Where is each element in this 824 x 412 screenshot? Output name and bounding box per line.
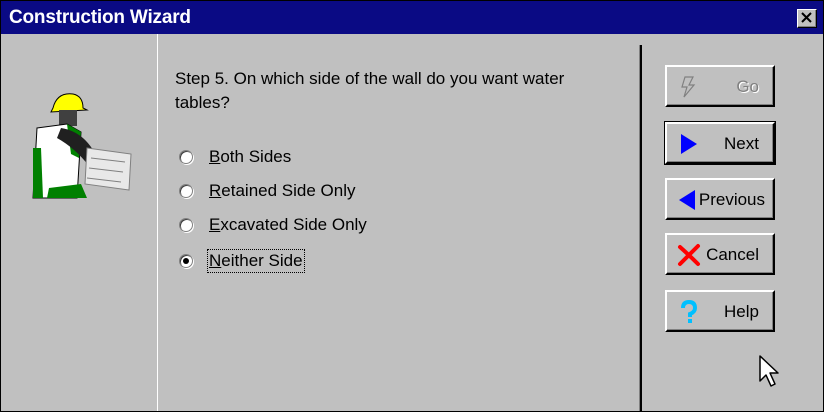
option-label: Excavated Side Only [209, 215, 367, 234]
arrow-right-icon [681, 134, 697, 154]
close-icon [801, 12, 812, 23]
option-label: Both Sides [209, 147, 292, 166]
radio-button[interactable] [179, 150, 193, 164]
lightning-icon [681, 76, 696, 98]
radio-dot [183, 258, 189, 264]
panel-divider-left [157, 34, 158, 411]
wizard-window: Construction Wizard Step 5. On which sid… [0, 0, 824, 412]
radio-button[interactable] [179, 218, 193, 232]
help-button[interactable]: Help [665, 290, 775, 332]
title-bar[interactable]: Construction Wizard [1, 1, 823, 34]
close-button[interactable] [797, 9, 817, 28]
next-button[interactable]: Next [664, 121, 776, 165]
red-x-icon [678, 244, 700, 266]
radio-button-selected[interactable] [179, 254, 193, 268]
question-mark-icon [681, 300, 698, 323]
option-label: Retained Side Only [209, 181, 356, 200]
option-label: Neither Side [207, 249, 305, 273]
previous-button[interactable]: Previous [665, 178, 775, 220]
panel-divider-right-shadow [640, 45, 642, 411]
mouse-pointer-icon [759, 355, 779, 387]
cancel-button[interactable]: Cancel [665, 233, 775, 275]
construction-worker-icon [32, 93, 132, 199]
arrow-left-icon [679, 190, 695, 210]
go-button[interactable]: Go [665, 65, 775, 107]
radio-button[interactable] [179, 184, 193, 198]
window-title: Construction Wizard [9, 7, 191, 28]
step-question: Step 5. On which side of the wall do you… [175, 69, 565, 112]
wizard-illustration-panel [1, 34, 157, 411]
